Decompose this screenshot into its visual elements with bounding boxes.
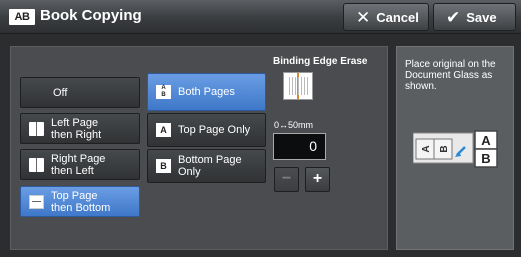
increment-button[interactable]: + [305, 167, 330, 192]
binding-edge-value-field[interactable]: 0 [273, 133, 326, 160]
decrement-button[interactable]: − [274, 167, 299, 192]
close-icon: ✕ [356, 7, 371, 27]
a-page-icon: A [156, 123, 171, 137]
open-book-icon [29, 157, 44, 172]
option-top-page-only[interactable]: A Top Page Only [147, 113, 266, 147]
save-button[interactable]: ✔ Save [433, 3, 516, 31]
book-copying-icon: AB [9, 9, 35, 25]
svg-text:B: B [439, 145, 450, 152]
option-label-line: Left Page [51, 116, 99, 129]
instruction-panel: Place original on the Document Glass as … [396, 46, 514, 250]
option-left-then-right[interactable]: Left Page then Right [20, 113, 140, 144]
document-glass-illustration: A B A B [413, 130, 498, 168]
instruction-text: Place original on the Document Glass as … [405, 59, 496, 92]
option-top-then-bottom[interactable]: Top Page then Bottom [20, 186, 140, 217]
option-label-line: then Left [51, 164, 94, 177]
binding-edge-icon [283, 72, 313, 100]
title-bar: AB Book Copying ✕ Cancel ✔ Save [0, 0, 521, 34]
option-top-page-only-label: Top Page Only [178, 124, 251, 136]
svg-text:A: A [421, 145, 432, 152]
ab-pages-icon: AB [156, 85, 171, 99]
option-label-line: Bottom Page [178, 154, 242, 166]
option-right-then-left-label: Right Page then Left [51, 153, 105, 177]
open-book-icon [29, 121, 44, 136]
binding-edge-erase-label: Binding Edge Erase [273, 56, 368, 67]
b-page-icon: B [156, 159, 171, 173]
option-off-label: Off [53, 86, 68, 99]
graphic-letter-b: B [481, 151, 490, 166]
option-top-then-bottom-label: Top Page then Bottom [51, 190, 110, 214]
option-label-line: then Bottom [51, 201, 111, 214]
cancel-label: Cancel [376, 9, 419, 25]
cancel-button[interactable]: ✕ Cancel [343, 3, 429, 31]
range-label: 0↔50mm [274, 120, 314, 130]
option-label-line: Only [178, 166, 201, 178]
option-right-then-left[interactable]: Right Page then Left [20, 149, 140, 180]
option-bottom-page-only[interactable]: B Bottom Page Only [147, 149, 266, 183]
option-bottom-page-only-label: Bottom Page Only [178, 154, 242, 178]
option-both-pages-label: Both Pages [178, 86, 235, 98]
save-label: Save [466, 9, 497, 25]
option-both-pages[interactable]: AB Both Pages [147, 73, 266, 111]
page-icon [29, 194, 44, 209]
option-left-then-right-label: Left Page then Right [51, 117, 101, 141]
option-label-line: Top Page [51, 189, 98, 202]
graphic-letter-a: A [481, 133, 491, 148]
checkmark-icon: ✔ [446, 7, 461, 27]
option-label-line: Right Page [51, 152, 106, 165]
option-off[interactable]: Off [20, 77, 140, 108]
option-label-line: then Right [51, 128, 102, 141]
page-title: Book Copying [40, 7, 142, 24]
